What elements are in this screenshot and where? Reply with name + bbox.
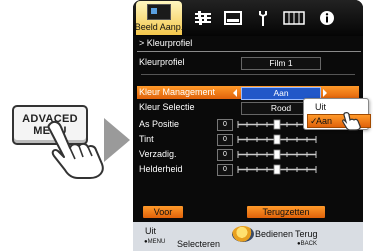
arrow-left-icon[interactable] [233,89,237,97]
breadcrumb: > Kleurprofiel [137,38,361,52]
slider-label: Helderheid [139,164,183,174]
color-select-label: Kleur Selectie [139,102,195,112]
tab-display[interactable] [219,4,247,32]
operate-label: Bedienen [255,229,294,239]
divider [141,74,355,75]
dropdown-option-on-label: Aan [316,116,333,126]
slider-value: 0 [217,164,233,176]
tab-picture-adjust-label: Beeld Aanp. [134,22,184,32]
exit-label: Uit [145,226,156,236]
display-icon [224,11,242,25]
arrow-right-small-icon[interactable] [323,89,327,97]
tab-installation[interactable] [249,4,277,32]
slider-row-brightness[interactable]: Helderheid 0 [137,163,359,176]
select-label: Selecteren [177,239,221,249]
color-profile-value[interactable]: Film 1 [241,57,321,70]
back-label: Terug [295,229,318,239]
pressing-hand-icon [47,120,104,179]
slider-value: 0 [217,149,233,161]
tab-picture-adjust[interactable]: Beeld Aanp. [134,1,184,35]
check-icon: ✓ [310,116,318,126]
pointing-hand-icon [342,112,361,131]
slider-row-saturation[interactable]: Verzadig. 0 [137,148,359,161]
slider-track[interactable] [237,134,317,145]
slider-row-hue[interactable]: Tint 0 [137,133,359,146]
back-key-hint: ●BACK [297,241,317,247]
picture-adjust-icon [147,4,171,20]
menu-tab-bar: Beeld Aanp. [133,0,363,36]
tab-input-signal[interactable] [279,4,309,32]
color-management-label: Kleur Management [139,87,216,97]
color-profile-row[interactable]: Kleurprofiel Film 1 [137,56,359,70]
previous-button[interactable]: Voor [143,206,183,218]
input-grid-icon [283,11,305,25]
slider-label: Verzadig. [139,149,177,159]
sliders-icon [195,11,211,25]
slider-label: As Positie [139,119,180,129]
tab-information[interactable] [313,4,341,32]
cursor-dial-icon [232,226,254,242]
slider-label: Tint [139,134,154,144]
arrow-right-icon [104,118,130,162]
footer-guide: Uit ●MENU Selecteren Bedienen Terug ●BAC… [133,222,363,251]
color-profile-label: Kleurprofiel [139,57,185,67]
info-icon [320,11,334,25]
reset-button[interactable]: Terugzetten [247,206,325,218]
slider-track[interactable] [237,164,317,175]
menu-key-hint: ●MENU [144,239,166,245]
slider-value: 0 [217,134,233,146]
tab-setup[interactable] [189,4,217,32]
wrench-icon [259,11,267,26]
slider-track[interactable] [237,149,317,160]
slider-value: 0 [217,119,233,131]
